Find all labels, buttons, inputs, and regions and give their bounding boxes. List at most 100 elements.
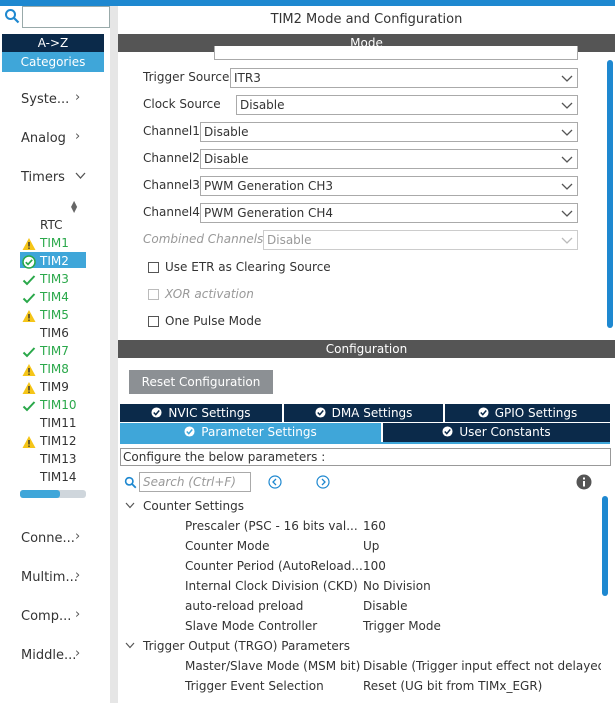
checkbox-label: Use ETR as Clearing Source [165, 260, 331, 274]
sort-az-button[interactable]: A->Z [2, 34, 104, 52]
timer-item[interactable]: TIM1 [0, 236, 110, 252]
category-label: Syste... [21, 92, 70, 107]
parameter-name: auto-reload preload [185, 599, 304, 613]
select-value: Disable [240, 98, 285, 112]
tab-nvic-settings[interactable]: NVIC Settings [120, 404, 284, 422]
select-value: PWM Generation CH3 [204, 179, 334, 193]
chevron-down-icon [561, 156, 573, 163]
category-system[interactable]: Syste... › [21, 90, 80, 107]
timer-label: TIM8 [40, 362, 69, 376]
timer-item[interactable]: TIM12 [0, 434, 110, 450]
page-title: TIM2 Mode and Configuration [118, 6, 615, 34]
parameter-value[interactable]: Reset (UG bit from TIMx_EGR) [363, 679, 542, 693]
mode-field-label: Combined Channels [143, 232, 264, 246]
timer-item[interactable]: TIM6 [0, 326, 110, 342]
category-label: Multim... [21, 570, 78, 585]
search-icon [5, 9, 20, 24]
tab-user-constants[interactable]: User Constants [383, 423, 610, 442]
mode-field-label: Channel4 [143, 205, 200, 219]
tab-parameter-settings[interactable]: Parameter Settings [120, 423, 383, 442]
chevron-down-icon [125, 502, 135, 509]
mode-field-label: Channel2 [143, 151, 200, 165]
tab-gpio-settings[interactable]: GPIO Settings [445, 404, 610, 422]
timer-item[interactable]: TIM13 [0, 452, 110, 468]
parameter-value[interactable]: Trigger Mode [363, 619, 441, 633]
timer-label: TIM5 [40, 308, 69, 322]
check-circle-icon [184, 426, 195, 437]
timer-label: TIM11 [40, 416, 77, 430]
chevron-right-icon: › [75, 529, 81, 544]
parameter-value[interactable]: Up [363, 539, 379, 553]
chevron-right-icon: › [75, 607, 81, 622]
parameter-name: Slave Mode Controller [185, 619, 318, 633]
select-value: ITR3 [234, 71, 261, 85]
chevron-down-icon [561, 210, 573, 217]
sort-icon[interactable]: ▲ ▼ [71, 200, 77, 214]
timer-item[interactable]: TIM14 [0, 470, 110, 486]
parameter-search-input[interactable]: Search (Ctrl+F) [139, 472, 251, 492]
reset-configuration-button[interactable]: Reset Configuration [129, 370, 273, 394]
category-middleware[interactable]: Middle... › [21, 646, 80, 663]
parameter-value[interactable]: 100 [363, 559, 386, 573]
mode-field-select[interactable]: ITR3 [230, 68, 578, 88]
checkmark-icon [22, 275, 36, 286]
parameter-value[interactable]: No Division [363, 579, 431, 593]
parameter-section[interactable]: Counter Settings [125, 499, 244, 513]
configuration-header: Configuration [118, 340, 615, 358]
mode-field-label: Trigger Source [143, 70, 230, 84]
sidebar-scrollbar-thumb[interactable] [20, 490, 60, 498]
timer-item[interactable]: TIM2 [0, 254, 110, 270]
timer-item[interactable]: TIM8 [0, 362, 110, 378]
chevron-down-icon [75, 172, 86, 179]
categories-button[interactable]: Categories [2, 52, 104, 72]
timer-label: TIM4 [40, 290, 69, 304]
check-circle-icon [478, 407, 489, 418]
tab-dma-settings[interactable]: DMA Settings [284, 404, 445, 422]
timer-item[interactable]: RTC [0, 218, 110, 234]
tab-label: Parameter Settings [201, 425, 317, 439]
parameter-value[interactable]: Disable (Trigger input effect not delaye… [363, 659, 610, 673]
mode-field-select[interactable]: PWM Generation CH3 [200, 176, 578, 196]
tab-label: User Constants [459, 425, 551, 439]
timer-item[interactable]: TIM5 [0, 308, 110, 324]
mode-field-select[interactable]: Disable [236, 95, 578, 115]
category-timers[interactable]: Timers [21, 170, 86, 185]
category-computing[interactable]: Comp... › [21, 607, 80, 624]
config-scrollbar-thumb[interactable] [602, 496, 608, 596]
select-value: Disable [267, 233, 312, 247]
parameter-value[interactable]: Disable [363, 599, 408, 613]
timer-item[interactable]: TIM10 [0, 398, 110, 414]
timer-label: TIM6 [40, 326, 69, 340]
mode-scrollbar-thumb[interactable] [607, 60, 613, 328]
timer-item[interactable]: TIM3 [0, 272, 110, 288]
category-label: Timers [21, 170, 65, 185]
timer-label: TIM10 [40, 398, 77, 412]
parameter-name: Counter Period (AutoReload... [185, 559, 363, 573]
timer-item[interactable]: TIM7 [0, 344, 110, 360]
chevron-down-icon [125, 642, 135, 649]
mode-field-select[interactable]: PWM Generation CH4 [200, 203, 578, 223]
checkbox[interactable] [148, 262, 159, 273]
checkbox[interactable] [148, 316, 159, 327]
category-connectivity[interactable]: Conne... › [21, 529, 80, 546]
next-match-icon[interactable] [316, 475, 330, 489]
category-multimedia[interactable]: Multim... › [21, 568, 80, 585]
timer-item[interactable]: TIM9 [0, 380, 110, 396]
timer-item[interactable]: TIM11 [0, 416, 110, 432]
parameter-name: Master/Slave Mode (MSM bit) [185, 659, 361, 673]
previous-match-icon[interactable] [268, 475, 282, 489]
info-icon[interactable] [576, 474, 592, 490]
category-label: Analog [21, 131, 66, 146]
mode-field-select[interactable]: Disable [200, 122, 578, 142]
parameter-value[interactable]: 160 [363, 519, 386, 533]
timer-item[interactable]: TIM4 [0, 290, 110, 306]
select-value: PWM Generation CH4 [204, 206, 334, 220]
parameter-section[interactable]: Trigger Output (TRGO) Parameters [125, 639, 350, 653]
checkbox-label: One Pulse Mode [165, 314, 262, 328]
mode-field-select[interactable]: Disable [200, 149, 578, 169]
component-search-input[interactable] [22, 6, 110, 28]
timer-label: TIM3 [40, 272, 69, 286]
panel-separator[interactable] [110, 6, 118, 703]
timer-label: TIM1 [40, 236, 69, 250]
category-analog[interactable]: Analog › [21, 129, 80, 146]
